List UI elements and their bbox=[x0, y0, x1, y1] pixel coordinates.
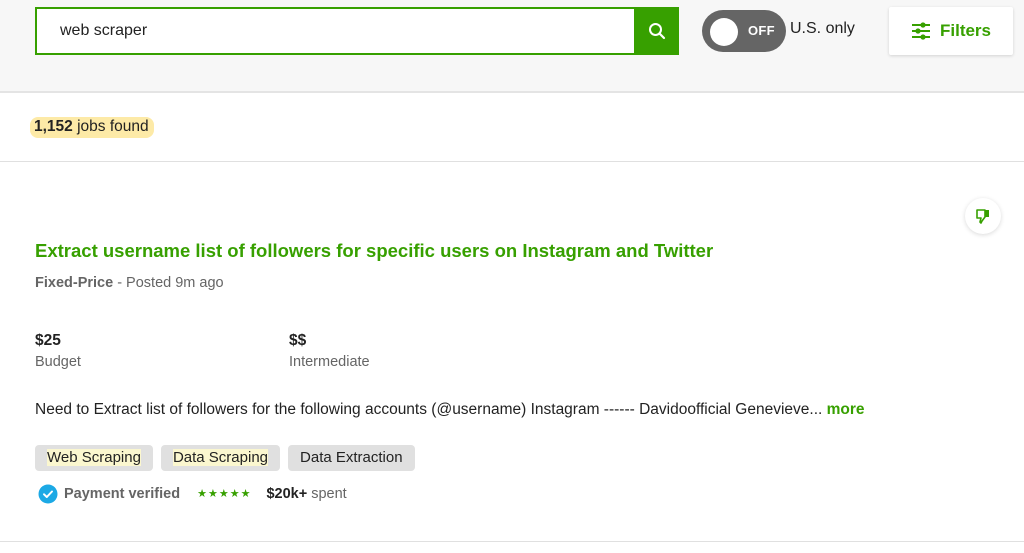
payment-verified-label: Payment verified bbox=[64, 486, 181, 502]
jobs-found-count: 1,152 jobs found bbox=[30, 117, 154, 138]
toggle-state-label: OFF bbox=[748, 23, 775, 38]
star-icon: ★ bbox=[207, 487, 218, 500]
filters-label: Filters bbox=[939, 21, 992, 40]
star-icon: ★ bbox=[240, 487, 251, 500]
budget-stat: $25 Budget bbox=[35, 332, 81, 370]
experience-level-label: Intermediate bbox=[289, 354, 370, 370]
skill-tag-label: Data Scraping bbox=[172, 449, 269, 466]
star-icon: ★ bbox=[197, 487, 207, 500]
verified-check-icon bbox=[38, 484, 58, 504]
experience-level-value: $$ bbox=[289, 332, 307, 349]
job-tile[interactable]: Extract username list of followers for s… bbox=[0, 162, 1024, 542]
results-summary: 1,152 jobs found bbox=[0, 93, 1024, 162]
client-info: Payment verified ★ ★ ★ ★ ★ $20k+ spent bbox=[38, 484, 347, 504]
spent-label: spent bbox=[307, 486, 347, 502]
job-posted-time: - Posted 9m ago bbox=[113, 275, 224, 291]
us-only-toggle[interactable]: OFF bbox=[702, 10, 786, 52]
skill-tag[interactable]: Web Scraping bbox=[35, 445, 153, 471]
skill-tag-label: Data Extraction bbox=[300, 449, 403, 466]
search-input[interactable] bbox=[35, 7, 634, 55]
job-description: Need to Extract list of followers for th… bbox=[35, 401, 865, 419]
star-icon: ★ bbox=[218, 487, 229, 500]
client-rating: ★ ★ ★ ★ ★ bbox=[197, 487, 251, 500]
search-bar bbox=[35, 7, 679, 55]
more-link[interactable]: more bbox=[822, 401, 865, 418]
dislike-button[interactable] bbox=[965, 198, 1001, 234]
jobs-count-number: 1,152 bbox=[34, 118, 73, 135]
us-only-label: U.S. only bbox=[790, 20, 855, 37]
sliders-icon bbox=[911, 22, 930, 40]
spent-amount: $20k+ bbox=[266, 486, 308, 502]
skill-tag[interactable]: Data Extraction bbox=[288, 445, 415, 471]
job-title-link[interactable]: Extract username list of followers for s… bbox=[35, 240, 713, 262]
job-description-text: Need to Extract list of followers for th… bbox=[35, 401, 823, 418]
star-icon: ★ bbox=[229, 487, 240, 500]
budget-label: Budget bbox=[35, 354, 81, 370]
job-meta: Fixed-Price - Posted 9m ago bbox=[35, 275, 224, 291]
job-type: Fixed-Price bbox=[35, 275, 114, 291]
thumbs-down-icon bbox=[976, 209, 989, 224]
budget-value: $25 bbox=[35, 332, 61, 349]
client-spent: $20k+ spent bbox=[266, 486, 346, 502]
search-icon bbox=[648, 23, 665, 40]
skill-tag[interactable]: Data Scraping bbox=[160, 445, 281, 471]
jobs-count-suffix: jobs found bbox=[72, 118, 149, 135]
skill-tags: Web Scraping Data Scraping Data Extracti… bbox=[35, 445, 415, 471]
experience-level-stat: $$ Intermediate bbox=[289, 332, 370, 370]
toggle-knob bbox=[710, 18, 738, 46]
search-button[interactable] bbox=[634, 7, 679, 55]
search-header: OFF U.S. only Filters bbox=[0, 0, 1024, 93]
filters-button[interactable]: Filters bbox=[889, 7, 1013, 55]
skill-tag-label: Web Scraping bbox=[47, 449, 141, 466]
